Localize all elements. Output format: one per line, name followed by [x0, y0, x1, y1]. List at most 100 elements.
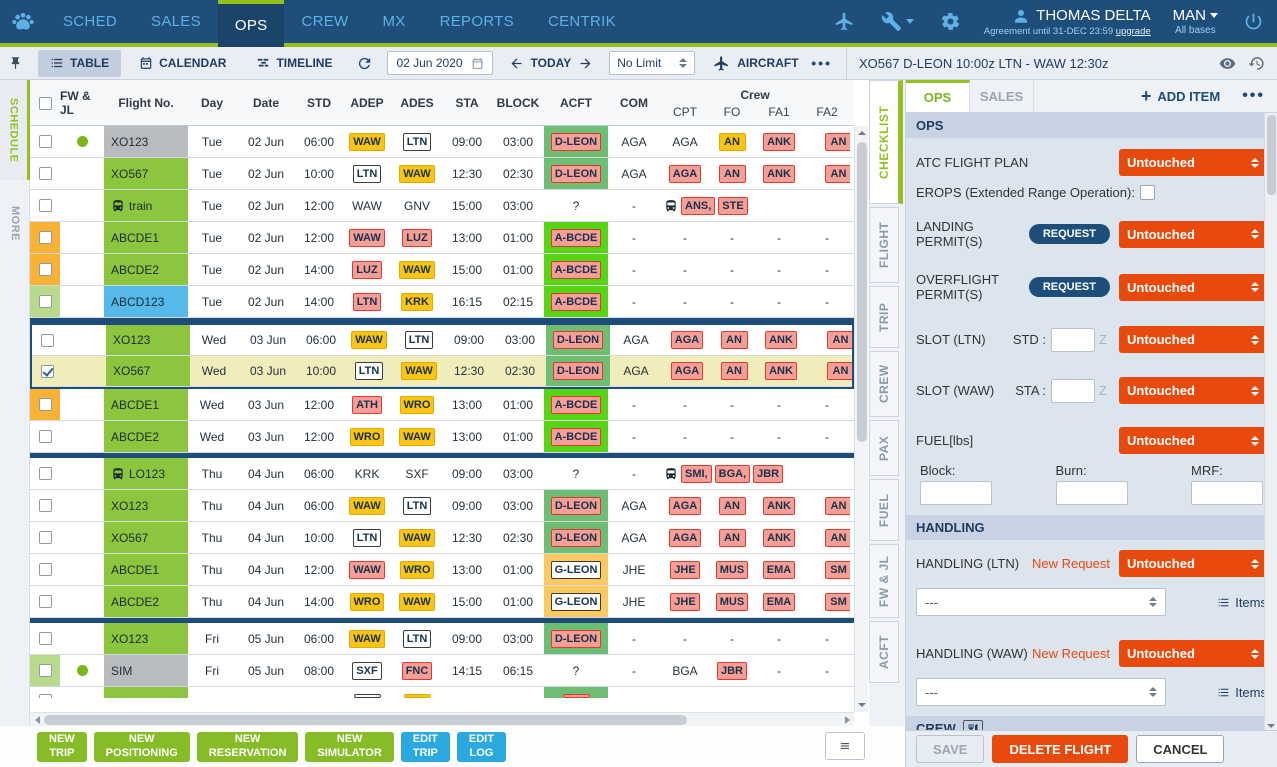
view-button-calendar[interactable]: CALENDAR — [127, 50, 238, 77]
add-item-button[interactable]: +ADD ITEM — [1131, 80, 1230, 112]
side-tab-fw-jl[interactable]: FW & JL — [869, 544, 899, 618]
prev-day-arrow-icon[interactable] — [509, 56, 524, 71]
flight-no-cell[interactable]: LO123 — [104, 458, 188, 489]
limit-select[interactable]: No Limit — [609, 51, 695, 75]
save-button[interactable]: SAVE — [916, 735, 984, 763]
row-checkbox[interactable] — [39, 231, 52, 244]
side-tab-checklist[interactable]: CHECKLIST — [869, 80, 903, 204]
new-trip-button[interactable]: NEWTRIP — [37, 732, 87, 762]
row-checkbox[interactable] — [39, 430, 52, 443]
row-checkbox[interactable] — [39, 398, 52, 411]
nav-item-centrik[interactable]: CENTRIK — [531, 0, 633, 43]
nav-item-mx[interactable]: MX — [366, 0, 423, 43]
side-tab-flight[interactable]: FLIGHT — [869, 207, 899, 283]
user-menu[interactable]: THOMAS DELTA Agreement until 31-DEC 23:5… — [974, 0, 1161, 43]
row-checkbox[interactable] — [39, 694, 52, 698]
flight-row[interactable]: XO123Tue02 Jun06:00WAWLTN09:0003:00D-LEO… — [30, 126, 854, 158]
request-button[interactable]: REQUEST — [1029, 277, 1110, 297]
flights-icon[interactable] — [821, 0, 868, 43]
slot-sta-input[interactable] — [1051, 379, 1095, 403]
side-tab-pax[interactable]: PAX — [869, 420, 899, 476]
date-input[interactable]: 02 Jun 2020 — [387, 51, 492, 75]
flight-no-cell[interactable]: ABCDE2 — [104, 421, 188, 452]
aircraft-filter-button[interactable]: AIRCRAFT — [713, 55, 798, 72]
status-select[interactable]: Untouched — [1119, 427, 1267, 454]
delete-flight-button[interactable]: DELETE FLIGHT — [992, 735, 1128, 763]
flight-no-cell[interactable]: XO123 — [104, 623, 188, 654]
side-tab-fuel[interactable]: FUEL — [869, 479, 899, 541]
nav-item-sched[interactable]: SCHED — [46, 0, 134, 43]
row-checkbox[interactable] — [41, 334, 54, 347]
flight-no-cell[interactable]: XO567 — [104, 158, 188, 189]
status-select[interactable]: Untouched — [1119, 221, 1267, 248]
scroll-left-arrow-icon[interactable] — [30, 713, 44, 727]
new-request-link[interactable]: New Request — [1032, 556, 1110, 571]
fuel-burn-input[interactable] — [1056, 481, 1128, 505]
fuel-block-input[interactable] — [920, 481, 992, 505]
flight-row[interactable]: XO567Thu04 Jun10:00LTNWAW12:3002:30D-LEO… — [30, 522, 854, 554]
flight-no-cell[interactable]: ABCDE2 — [104, 586, 188, 617]
flight-no-cell[interactable]: ABCDE1 — [104, 389, 188, 420]
status-select[interactable]: Untouched — [1119, 377, 1267, 404]
flight-row[interactable]: ABCDE2Tue02 Jun14:00LUZWAW15:0001:00A-BC… — [30, 254, 854, 286]
flight-row[interactable]: SIMFri05 Jun08:00SXFFNC14:1506:15?-BGAJB… — [30, 655, 854, 687]
flight-row[interactable] — [30, 687, 854, 698]
flight-row[interactable]: ABCDE1Wed03 Jun12:00ATHWRO13:0001:00A-BC… — [30, 389, 854, 421]
row-checkbox[interactable] — [39, 664, 52, 677]
today-button[interactable]: TODAY — [531, 56, 572, 70]
row-checkbox[interactable] — [39, 632, 52, 645]
flight-row[interactable]: ABCDE2Thu04 Jun14:00WROWAW15:0001:00G-LE… — [30, 586, 854, 618]
row-checkbox[interactable] — [39, 563, 52, 576]
sidebar-item-more[interactable]: MORE — [0, 188, 30, 258]
new-simulator-button[interactable]: NEWSIMULATOR — [305, 732, 393, 762]
sidebar-item-schedule[interactable]: SCHEDULE — [0, 80, 30, 180]
flight-row[interactable]: XO123Fri05 Jun06:00WAWLTN09:0003:00D-LEO… — [30, 623, 854, 655]
flight-row[interactable]: ABCDE1Tue02 Jun12:00WAWLUZ13:0001:00A-BC… — [30, 222, 854, 254]
settings-gear-icon[interactable] — [927, 0, 974, 43]
next-day-arrow-icon[interactable] — [578, 56, 593, 71]
handling-agent-select[interactable]: --- — [916, 588, 1166, 616]
row-checkbox[interactable] — [39, 595, 52, 608]
items-button[interactable]: Items — [1217, 595, 1267, 610]
flight-row[interactable]: LO123Thu04 Jun06:00KRKSXF09:0003:00?-SMI… — [30, 458, 854, 490]
side-tab-trip[interactable]: TRIP — [869, 286, 899, 348]
cancel-button[interactable]: CANCEL — [1136, 735, 1224, 763]
new-positioning-button[interactable]: NEWPOSITIONING — [94, 732, 190, 762]
flight-row[interactable]: ABCDE2Wed03 Jun12:00WROWAW13:0001:00A-BC… — [30, 421, 854, 453]
flight-no-cell[interactable] — [104, 687, 188, 698]
flight-row[interactable]: ABCDE1Thu04 Jun12:00WAWWRO13:0001:00G-LE… — [30, 554, 854, 586]
panel-more-button[interactable]: ••• — [1230, 80, 1277, 112]
flight-no-cell[interactable]: ABCDE2 — [104, 254, 188, 285]
flight-row[interactable]: trainTue02 Jun12:00WAWGNV15:0003:00?-ANS… — [30, 190, 854, 222]
row-checkbox[interactable] — [39, 499, 52, 512]
status-select[interactable]: Untouched — [1119, 640, 1267, 667]
nav-item-ops[interactable]: OPS — [218, 0, 285, 47]
layout-menu-button[interactable]: ≡ — [825, 732, 865, 760]
pin-icon[interactable] — [0, 56, 30, 71]
upgrade-link[interactable]: upgrade — [1116, 26, 1151, 37]
edit-log-button[interactable]: EDITLOG — [457, 732, 506, 762]
panel-scroll-thumb[interactable] — [1267, 115, 1276, 195]
flight-no-cell[interactable]: train — [104, 190, 188, 221]
toolbar-more-button[interactable]: ••• — [811, 55, 832, 71]
new-request-link[interactable]: New Request — [1032, 646, 1110, 661]
flight-no-cell[interactable]: XO123 — [104, 490, 188, 521]
status-select[interactable]: Untouched — [1119, 149, 1267, 176]
status-select[interactable]: Untouched — [1119, 274, 1267, 301]
scroll-down-arrow-icon[interactable] — [858, 703, 866, 707]
tools-wrench-icon[interactable] — [868, 0, 927, 43]
flight-row[interactable]: XO123Thu04 Jun06:00WAWLTN09:0003:00D-LEO… — [30, 490, 854, 522]
row-checkbox[interactable] — [39, 135, 52, 148]
side-tab-acft[interactable]: ACFT — [869, 621, 899, 683]
flight-no-cell[interactable]: SIM — [104, 655, 188, 686]
status-select[interactable]: Untouched — [1119, 550, 1267, 577]
table-vertical-scrollbar[interactable] — [854, 126, 868, 712]
flight-no-cell[interactable]: XO567 — [104, 522, 188, 553]
nav-item-reports[interactable]: REPORTS — [423, 0, 531, 43]
view-button-timeline[interactable]: TIMELINE — [244, 50, 344, 77]
base-selector[interactable]: MAN All bases — [1161, 0, 1230, 43]
erops-checkbox[interactable] — [1140, 185, 1155, 200]
logout-power-icon[interactable] — [1230, 0, 1277, 43]
flight-no-cell[interactable]: ABCD123 — [104, 286, 188, 317]
side-tab-crew[interactable]: CREW — [869, 351, 899, 417]
